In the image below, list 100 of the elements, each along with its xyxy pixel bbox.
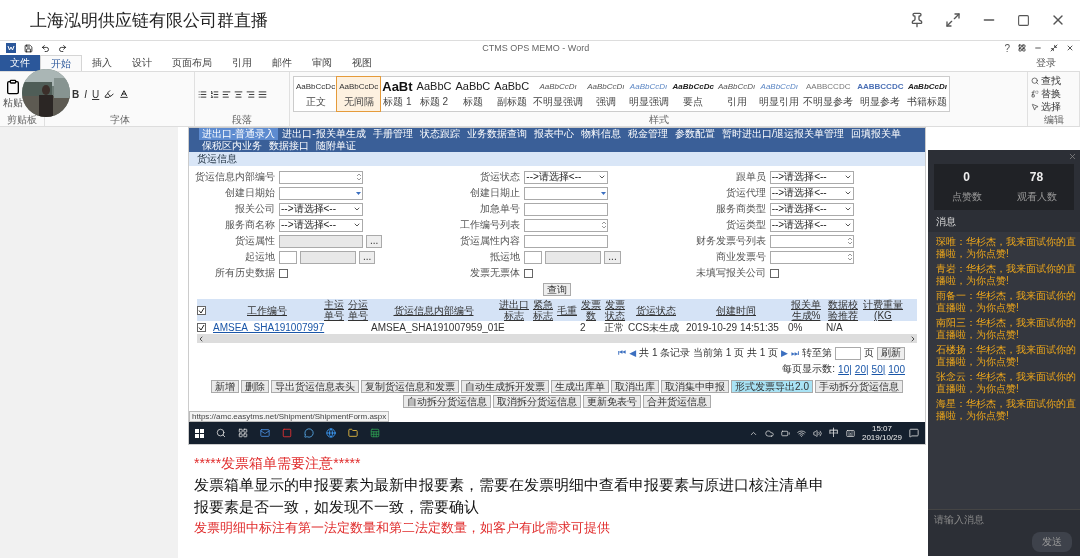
column-header[interactable]: 工作编号	[213, 304, 321, 316]
select-field[interactable]: -->请选择<--	[769, 170, 854, 184]
action-button[interactable]: 取消出库	[611, 380, 660, 393]
browse-button[interactable]: ...	[604, 250, 621, 264]
style-option[interactable]: AaBbC 副标题	[492, 77, 532, 111]
send-button[interactable]: 发送	[1032, 532, 1072, 552]
column-header[interactable]: 主运单号	[323, 299, 345, 321]
browser-icon[interactable]	[326, 428, 336, 438]
action-button[interactable]: 自动拆分货运信息	[403, 395, 491, 408]
column-header[interactable]: 进出口标志	[498, 299, 530, 321]
column-header[interactable]: 报关单生成%	[788, 299, 824, 321]
ribbon-tab[interactable]: 视图	[342, 55, 382, 71]
ribbon-tab[interactable]: 邮件	[262, 55, 302, 71]
edit-command[interactable]: 选择	[1031, 101, 1061, 113]
refresh-button[interactable]: 刷新	[877, 346, 905, 360]
style-option[interactable]: AaBbCcDı 强调	[585, 77, 627, 111]
action-button[interactable]: 自动生成拆开发票	[461, 380, 550, 393]
style-option[interactable]: AaBbCcDı 引用	[715, 77, 758, 111]
highlighter-icon[interactable]	[104, 89, 115, 99]
folder-icon[interactable]	[348, 428, 358, 438]
text-field[interactable]	[279, 170, 363, 184]
action-button[interactable]: 导出货运信息表头	[271, 380, 360, 393]
page-size-link[interactable]: 50|	[871, 363, 886, 375]
style-option[interactable]: AaBbC 标题 2	[414, 77, 454, 111]
nav-tab[interactable]: 状态跟踪	[416, 128, 463, 140]
format-button[interactable]: U	[92, 88, 100, 100]
help-button[interactable]: ?	[1004, 42, 1010, 54]
style-option[interactable]: AABBCCDC 不明显参考	[801, 77, 856, 111]
nav-tab[interactable]: 报表中心	[530, 128, 577, 140]
column-header[interactable]: 货运信息内部编号	[371, 304, 496, 316]
volume-icon[interactable]	[812, 428, 822, 438]
chevron-right-icon[interactable]	[909, 334, 917, 343]
ribbon-tab[interactable]: 审阅	[302, 55, 342, 71]
checkbox[interactable]	[524, 268, 534, 278]
nav-tab[interactable]: 保税区内业务	[199, 140, 265, 152]
next-page-button[interactable]: ▶	[781, 348, 788, 358]
chevron-left-icon[interactable]	[197, 334, 205, 343]
keyboard-icon[interactable]	[845, 428, 855, 438]
column-header[interactable]: 货运状态	[628, 304, 684, 316]
font-color-icon[interactable]	[119, 89, 130, 99]
battery-icon[interactable]	[780, 428, 790, 438]
notification-icon[interactable]	[909, 428, 919, 438]
column-header[interactable]: 创建时间	[686, 304, 786, 316]
action-button[interactable]: 生成出库单	[551, 380, 610, 393]
nav-tab[interactable]: 回填报关单	[848, 128, 905, 140]
style-option[interactable]: AaBbC 标题	[453, 77, 493, 111]
nav-tab[interactable]: 进出口-报关单生成	[279, 128, 369, 140]
mail-icon[interactable]	[260, 428, 270, 438]
text-field[interactable]	[524, 234, 609, 248]
ribbon-display-icon[interactable]	[1018, 44, 1026, 52]
paste-icon[interactable]	[5, 78, 21, 95]
page-size-link[interactable]: 20|	[854, 363, 869, 375]
spreadsheet-icon[interactable]	[370, 428, 380, 438]
last-page-button[interactable]: ⏭	[791, 347, 799, 359]
task-view-icon[interactable]	[238, 428, 248, 438]
restore-icon[interactable]	[1050, 44, 1058, 52]
paste-button[interactable]: 粘贴	[3, 95, 23, 110]
nav-tab[interactable]: 手册管理	[369, 128, 416, 140]
style-option[interactable]: AaBbCcDı 不明显强调	[531, 77, 586, 111]
action-button[interactable]: 形式发票导出2.0	[731, 380, 813, 393]
column-header[interactable]: 发票数	[580, 299, 602, 321]
code-field[interactable]	[279, 250, 297, 264]
ribbon-tab[interactable]: 引用	[222, 55, 262, 71]
numbering-icon[interactable]	[210, 89, 219, 99]
text-field[interactable]	[769, 234, 854, 248]
bullets-icon[interactable]	[198, 89, 207, 99]
column-header[interactable]: 发票状态	[604, 299, 626, 321]
date-field[interactable]	[279, 186, 363, 200]
page-field[interactable]	[835, 346, 861, 360]
browse-button[interactable]: ...	[359, 250, 376, 264]
undo-icon[interactable]	[41, 43, 50, 53]
action-button[interactable]: 复制货运信息和发票	[361, 380, 460, 393]
wifi-icon[interactable]	[796, 428, 806, 438]
prev-page-button[interactable]: ◀	[629, 348, 637, 358]
action-button[interactable]: 删除	[241, 380, 270, 393]
start-icon[interactable]	[195, 428, 204, 438]
ribbon-tab[interactable]: 页面布局	[162, 55, 222, 71]
page-size-link[interactable]: 100	[888, 363, 905, 375]
style-option[interactable]: AaBbCcDı 明显引用	[757, 77, 802, 111]
edit-command[interactable]: 替换	[1031, 88, 1061, 100]
nav-tab[interactable]: 参数配置	[671, 128, 718, 140]
justify-icon[interactable]	[258, 89, 267, 99]
style-option[interactable]: AaBt 标题 1	[380, 77, 415, 111]
align-left-icon[interactable]	[222, 89, 231, 99]
search-button[interactable]: 查询	[543, 283, 571, 296]
select-field[interactable]: -->请选择<--	[279, 202, 363, 216]
action-button[interactable]: 取消集中申报	[661, 380, 730, 393]
action-button[interactable]: 手动拆分货运信息	[814, 380, 903, 393]
nav-tab[interactable]: 暂时进出口/退运报关单管理	[718, 128, 848, 140]
expand-icon[interactable]	[945, 12, 961, 28]
action-button[interactable]: 取消拆分货运信息	[493, 395, 581, 408]
ime-indicator[interactable]: 中	[828, 426, 839, 440]
style-option[interactable]: AaBbCcDı 明显强调	[626, 77, 671, 111]
checkbox[interactable]	[769, 268, 779, 278]
text-field[interactable]	[524, 202, 609, 216]
maximize-icon[interactable]	[1017, 13, 1030, 27]
column-header[interactable]: 紧急标志	[532, 299, 554, 321]
ribbon-tab[interactable]: 设计	[122, 55, 162, 71]
column-header[interactable]: 数据校验推荐	[826, 299, 860, 321]
style-option[interactable]: AABBCCDC 明显参考	[855, 77, 906, 111]
